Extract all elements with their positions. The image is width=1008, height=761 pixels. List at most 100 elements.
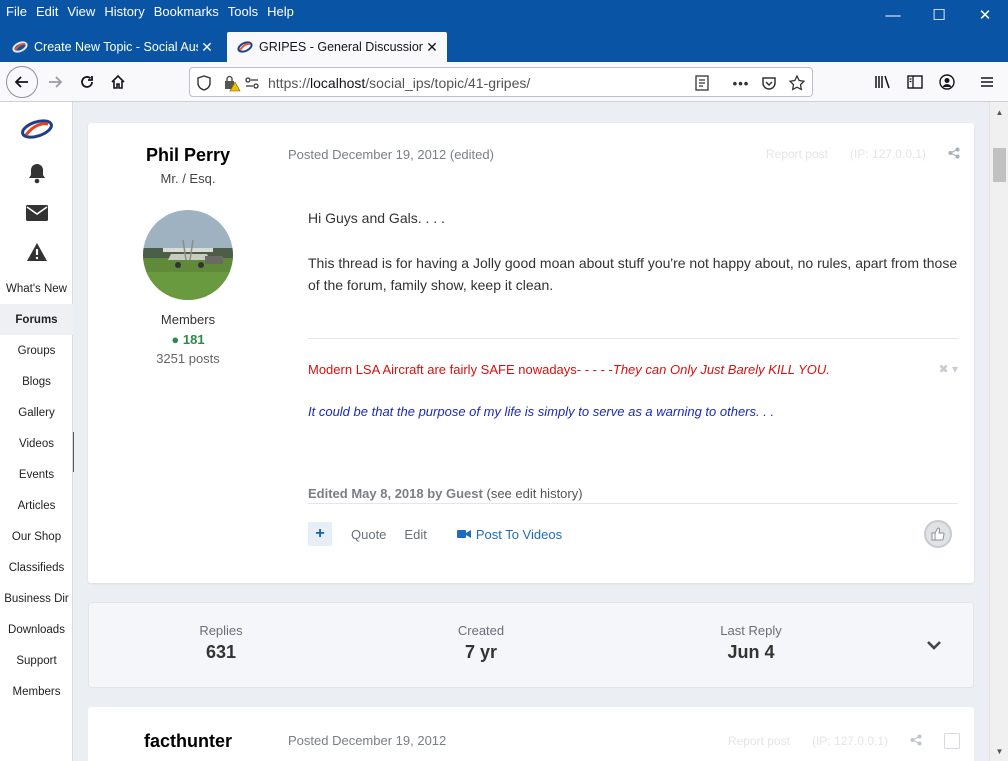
sidebar-item-groups[interactable]: Groups (0, 335, 73, 366)
reload-icon (81, 76, 93, 88)
arrow-left-icon (14, 76, 28, 88)
menu-view[interactable]: View (67, 4, 95, 19)
messages-envelope[interactable] (0, 205, 73, 221)
site-logo-icon (237, 41, 253, 53)
sidebar-item-videos[interactable]: Videos (0, 428, 73, 459)
menu-file[interactable]: File (6, 4, 27, 19)
navigation-bar: https://localhost/social_ips/topic/41-gr… (0, 62, 1008, 102)
author-name[interactable]: Phil Perry (88, 145, 288, 166)
arrow-right-icon (49, 76, 63, 88)
sidebar-item-articles[interactable]: Articles (0, 490, 73, 521)
envelope-icon (25, 205, 48, 221)
library-button[interactable] (868, 67, 898, 97)
post-date[interactable]: Posted December 19, 2012 (288, 733, 446, 748)
post-paragraph: Hi Guys and Gals. . . . (308, 210, 445, 226)
account-button[interactable] (932, 67, 962, 97)
thumbs-up-icon (931, 527, 945, 541)
home-button[interactable] (103, 67, 133, 97)
sidebar-button[interactable] (900, 67, 930, 97)
tab-gripes[interactable]: GRIPES - General Discussion - S ✕ (227, 32, 447, 62)
warning-icon (26, 243, 47, 261)
share-icon[interactable] (948, 147, 960, 162)
stat-last-reply: Last Reply Jun 4 (720, 623, 782, 662)
menu-history[interactable]: History (104, 4, 144, 19)
pocket-icon[interactable] (759, 73, 779, 93)
chevron-down-icon[interactable] (925, 636, 943, 654)
tab-title: GRIPES - General Discussion - S (259, 40, 423, 54)
post-top-actions: Report post (IP: 127.0.0.1) (728, 733, 960, 749)
react-button[interactable] (924, 520, 952, 548)
post-to-videos-button[interactable]: Post To Videos (456, 527, 562, 542)
minimize-button[interactable]: — (870, 0, 916, 30)
report-post-link[interactable]: Report post (766, 147, 828, 162)
sidebar-item-forums[interactable]: Forums (0, 304, 73, 335)
permissions-icon[interactable] (242, 73, 262, 93)
sidebar-item-events[interactable]: Events (0, 459, 73, 490)
maximize-button[interactable]: ☐ (916, 0, 962, 30)
ip-address[interactable]: (IP: 127.0.0.1) (850, 147, 926, 162)
report-post-link[interactable]: Report post (728, 734, 790, 748)
forward-button[interactable] (40, 67, 70, 97)
scroll-down-arrow-icon[interactable]: ▼ (990, 743, 1008, 759)
menu-edit[interactable]: Edit (36, 4, 58, 19)
sidebar-item-blogs[interactable]: Blogs (0, 366, 73, 397)
author-group: Members (160, 312, 216, 327)
page-actions-icon[interactable]: ••• (731, 73, 751, 93)
reader-view-icon[interactable] (692, 73, 712, 93)
signature-divider (308, 338, 958, 339)
signature-options[interactable]: ✖ ▾ (939, 362, 958, 376)
sidebar-item-support[interactable]: Support (0, 645, 73, 676)
back-button[interactable] (6, 66, 38, 98)
notifications-bell[interactable] (0, 162, 73, 184)
site-logo[interactable] (0, 118, 73, 140)
scroll-up-arrow-icon[interactable]: ▲ (990, 104, 1008, 120)
signature-line: It could be that the purpose of my life … (308, 404, 775, 419)
video-camera-icon (456, 530, 471, 538)
sidebar-item-classifieds[interactable]: Classifieds (0, 552, 73, 583)
tab-bar: Create New Topic - Social Austr ✕ GRIPES… (0, 30, 1008, 86)
sidebar-item-members[interactable]: Members (0, 676, 73, 707)
signature-line: Modern LSA Aircraft are fairly SAFE nowa… (308, 362, 830, 377)
avatar[interactable] (143, 210, 233, 300)
post-top-actions: Report post (IP: 127.0.0.1) (766, 147, 960, 162)
bell-icon (28, 164, 45, 184)
menu-tools[interactable]: Tools (228, 4, 258, 19)
reports-warning[interactable] (0, 242, 73, 262)
site-logo-icon (20, 119, 53, 139)
close-tab-icon[interactable]: ✕ (423, 39, 441, 56)
ip-address[interactable]: (IP: 127.0.0.1) (812, 734, 888, 748)
address-bar[interactable]: https://localhost/social_ips/topic/41-gr… (189, 67, 813, 97)
share-icon[interactable] (910, 734, 922, 749)
edit-notice: Edited May 8, 2018 by Guest (see edit hi… (308, 486, 583, 501)
reload-button[interactable] (72, 67, 102, 97)
edit-button[interactable]: Edit (404, 527, 426, 542)
bookmark-star-icon[interactable] (787, 73, 807, 93)
author-name[interactable]: facthunter (88, 731, 288, 752)
edit-history-link[interactable]: (see edit history) (486, 486, 582, 501)
menu-bookmarks[interactable]: Bookmarks (154, 4, 219, 19)
sidebar-item-whats-new[interactable]: What's New (0, 273, 73, 304)
multiquote-button[interactable]: + (308, 522, 332, 546)
topic-stats-bar: Replies 631 Created 7 yr Last Reply Jun … (88, 602, 974, 688)
scrollbar-thumb[interactable] (993, 148, 1006, 182)
shield-icon[interactable] (194, 73, 214, 93)
sidebar-item-our-shop[interactable]: Our Shop (0, 521, 73, 552)
sidebar-item-gallery[interactable]: Gallery (0, 397, 73, 428)
lock-warning-icon[interactable] (222, 73, 242, 93)
sidebar-item-downloads[interactable]: Downloads (0, 614, 73, 645)
app-menu-button[interactable] (972, 67, 1002, 97)
stat-created: Created 7 yr (457, 623, 505, 662)
quote-button[interactable]: Quote (351, 527, 386, 542)
select-post-checkbox[interactable] (944, 733, 960, 749)
tab-create-new-topic[interactable]: Create New Topic - Social Austr ✕ (2, 32, 222, 62)
library-icon (875, 75, 890, 89)
page-scrollbar[interactable]: ▲ ▼ (989, 102, 1008, 761)
post-date[interactable]: Posted December 19, 2012 (edited) (288, 147, 494, 162)
post-paragraph: This thread is for having a Jolly good m… (308, 255, 958, 293)
menu-help[interactable]: Help (267, 4, 294, 19)
controls-divider (308, 503, 958, 504)
post-controls: + Quote Edit Post To Videos (308, 522, 562, 546)
sidebar-item-business-dir[interactable]: Business Dir (0, 583, 73, 614)
close-tab-icon[interactable]: ✕ (198, 39, 216, 56)
close-window-button[interactable]: ✕ (962, 0, 1008, 30)
